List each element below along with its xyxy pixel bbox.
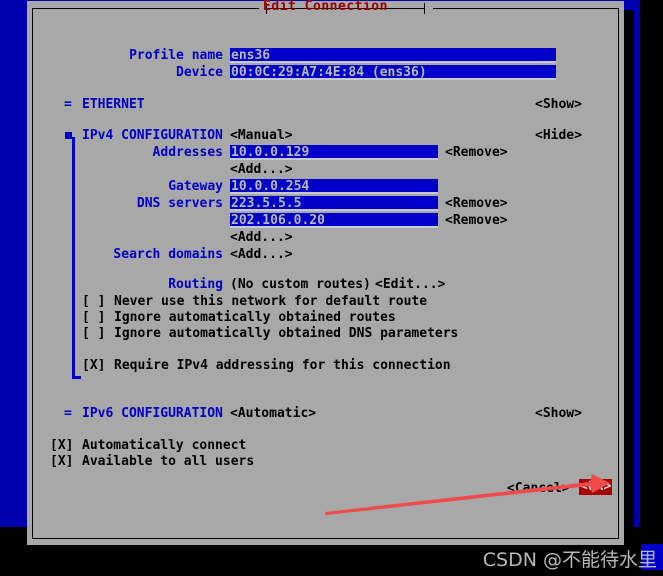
checkbox-box-1: [ ]: [82, 310, 106, 325]
search-domains-add-button[interactable]: <Add...>: [230, 246, 293, 263]
ipv4-routing-row: Routing (No custom routes) <Edit...>: [33, 276, 618, 293]
checkbox-label-3: Require IPv4 addressing for this connect…: [114, 358, 451, 373]
ipv4-label: IPv4 CONFIGURATION: [82, 128, 223, 143]
checkbox-ignore-dns[interactable]: [ ] Ignore automatically obtained DNS pa…: [33, 325, 618, 342]
addresses-label: Addresses: [152, 145, 223, 160]
dns-value-1: 202.106.0.20: [231, 213, 325, 228]
device-label: Device: [176, 65, 223, 80]
checkbox-box-0: [ ]: [82, 294, 106, 309]
dns-input-0[interactable]: 223.5.5.5: [230, 196, 438, 211]
watermark: CSDN @不能待水里: [482, 549, 657, 571]
ipv4-address-row: Addresses 10.0.0.129 <Remove>: [33, 144, 618, 161]
annotation-arrow-icon: [325, 474, 610, 515]
dialog-titlebar: Edit Connection: [27, 0, 624, 17]
ipv4-dns-row-1: 202.106.0.20 <Remove>: [33, 212, 618, 229]
routing-status: (No custom routes): [230, 277, 371, 292]
ipv4-mode-select[interactable]: <Manual>: [230, 127, 293, 144]
profile-name-value: ens36: [231, 48, 271, 63]
address-remove-button-0[interactable]: <Remove>: [445, 144, 508, 161]
terminal-screen: Edit Connection Profile name ens36 Devic…: [0, 0, 663, 576]
ipv4-hide-button[interactable]: <Hide>: [535, 127, 582, 144]
ipv4-dns-add-row: <Add...>: [33, 229, 618, 246]
dns-remove-button-1[interactable]: <Remove>: [445, 212, 508, 229]
option-label-0: Automatically connect: [82, 438, 247, 453]
address-input-0[interactable]: 10.0.0.129: [230, 145, 438, 160]
ethernet-section[interactable]: = ETHERNET <Show>: [33, 96, 618, 113]
option-label-1: Available to all users: [82, 454, 255, 469]
profile-name-row: Profile name ens36: [33, 47, 618, 64]
ipv6-marker: =: [64, 406, 72, 421]
ipv6-label: IPv6 CONFIGURATION: [82, 406, 223, 421]
ipv4-address-add-row: <Add...>: [33, 161, 618, 178]
checkbox-never-default-route[interactable]: [ ] Never use this network for default r…: [33, 293, 618, 310]
ipv4-dns-row-0: DNS servers 223.5.5.5 <Remove>: [33, 195, 618, 212]
gateway-label: Gateway: [168, 179, 223, 194]
ethernet-label: ETHERNET: [82, 97, 145, 112]
dns-input-1[interactable]: 202.106.0.20: [230, 213, 438, 228]
search-domains-label: Search domains: [113, 247, 223, 262]
profile-name-input[interactable]: ens36: [230, 48, 556, 63]
checkbox-box-3: [X]: [82, 358, 106, 373]
ipv6-section[interactable]: = IPv6 CONFIGURATION <Automatic> <Show>: [33, 405, 618, 422]
dns-servers-label: DNS servers: [136, 196, 223, 211]
address-add-button[interactable]: <Add...>: [230, 161, 293, 178]
address-value-0: 10.0.0.129: [231, 145, 310, 160]
dns-remove-button-0[interactable]: <Remove>: [445, 195, 508, 212]
ipv4-marker-icon: [65, 132, 72, 139]
routing-label: Routing: [168, 277, 223, 292]
routing-edit-button[interactable]: <Edit...>: [375, 276, 445, 293]
ipv6-mode-select[interactable]: <Automatic>: [230, 405, 316, 422]
ipv4-search-domains-row: Search domains <Add...>: [33, 246, 618, 263]
ethernet-marker: =: [64, 97, 72, 112]
checkbox-label-1: Ignore automatically obtained routes: [114, 310, 396, 325]
ethernet-show-button[interactable]: <Show>: [535, 96, 582, 113]
gateway-input[interactable]: 10.0.0.254: [230, 179, 438, 194]
checkbox-label-2: Ignore automatically obtained DNS parame…: [114, 326, 459, 341]
dialog-title: Edit Connection: [263, 0, 388, 14]
dns-add-button[interactable]: <Add...>: [230, 229, 293, 246]
ipv4-gateway-row: Gateway 10.0.0.254: [33, 178, 618, 195]
ipv4-section[interactable]: IPv4 CONFIGURATION <Manual> <Hide>: [33, 127, 618, 144]
device-row: Device 00:0C:29:A7:4E:84 (ens36): [33, 64, 618, 81]
device-input[interactable]: 00:0C:29:A7:4E:84 (ens36): [230, 65, 556, 80]
checkbox-ignore-routes[interactable]: [ ] Ignore automatically obtained routes: [33, 309, 618, 326]
ipv6-show-button[interactable]: <Show>: [535, 405, 582, 422]
option-box-0: [X]: [50, 438, 74, 453]
gateway-value: 10.0.0.254: [231, 179, 310, 194]
option-automatically-connect[interactable]: [X] Automatically connect: [33, 437, 618, 454]
checkbox-require-ipv4[interactable]: [X] Require IPv4 addressing for this con…: [33, 357, 618, 374]
checkbox-box-2: [ ]: [82, 326, 106, 341]
device-value: 00:0C:29:A7:4E:84 (ens36): [231, 65, 427, 80]
checkbox-label-0: Never use this network for default route: [114, 294, 428, 309]
dns-value-0: 223.5.5.5: [231, 196, 302, 211]
option-box-1: [X]: [50, 454, 74, 469]
profile-name-label: Profile name: [129, 48, 223, 63]
